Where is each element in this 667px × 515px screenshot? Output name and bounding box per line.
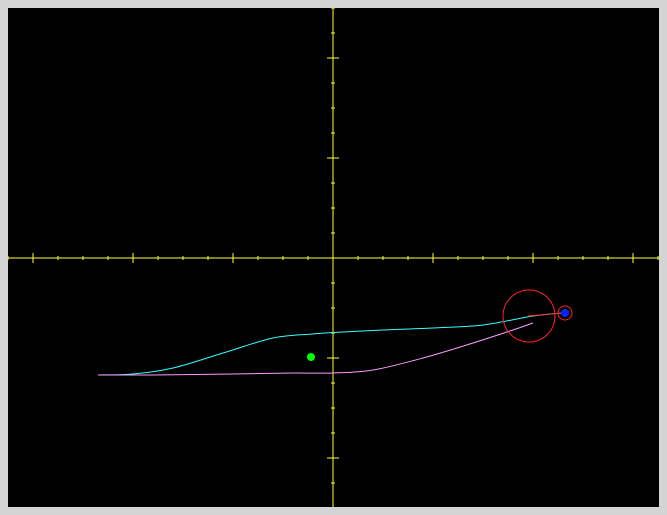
axes — [8, 8, 659, 507]
endpoint-dot[interactable] — [561, 309, 569, 317]
pink-curve — [97, 322, 534, 376]
app-frame — [0, 0, 667, 515]
cyan-curve — [97, 312, 564, 376]
plot-svg[interactable] — [8, 8, 659, 507]
plot-canvas[interactable] — [8, 8, 659, 507]
green-point[interactable] — [307, 353, 315, 361]
series-layer — [97, 312, 564, 376]
marker-layer[interactable] — [502, 289, 573, 343]
